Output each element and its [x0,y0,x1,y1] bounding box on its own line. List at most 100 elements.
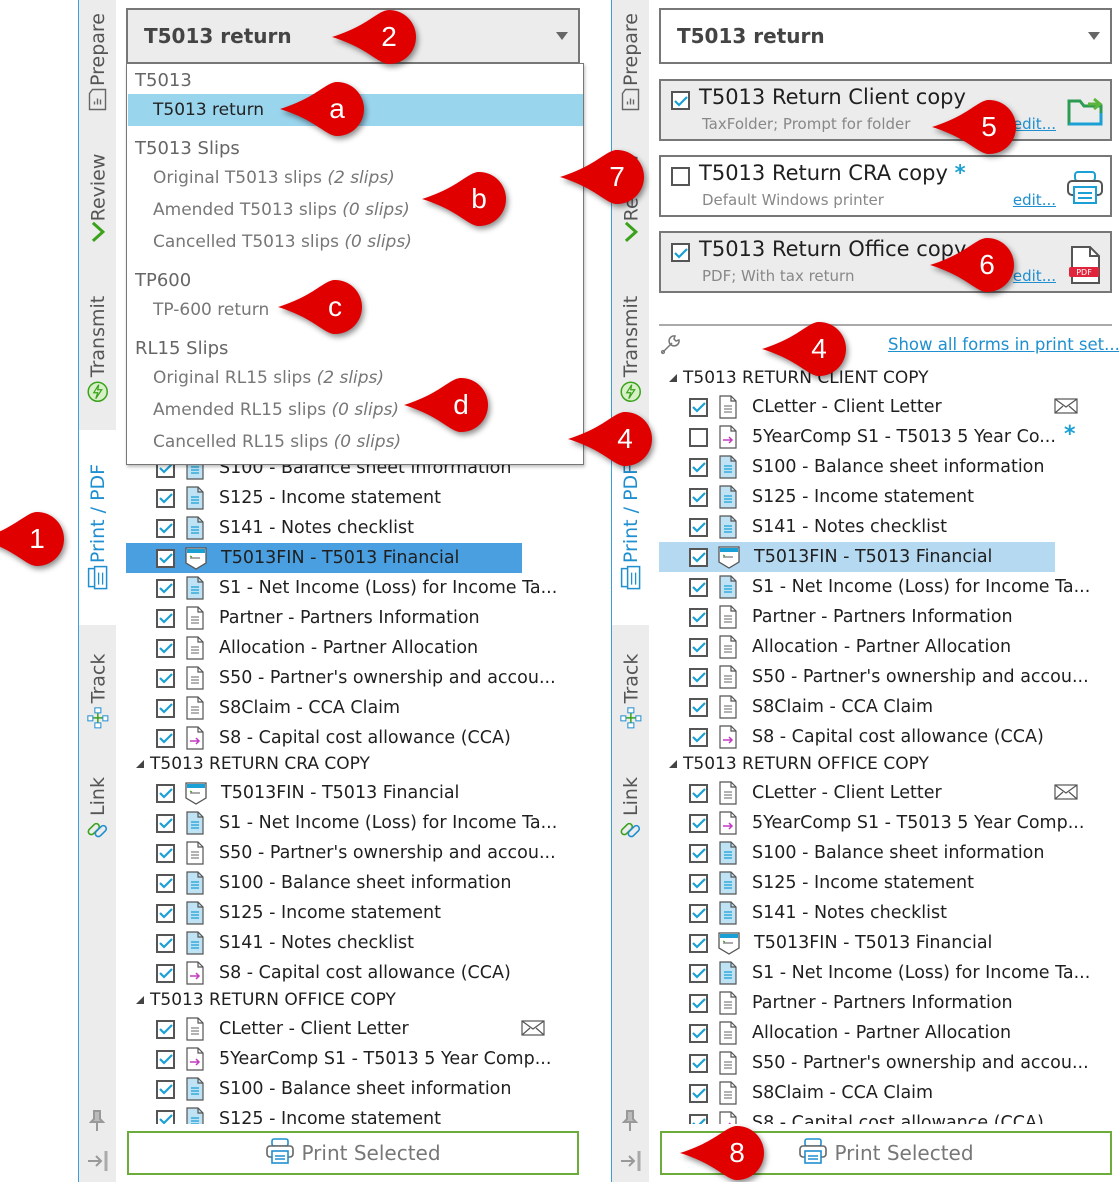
form-checkbox[interactable] [689,457,708,477]
tab-transmit[interactable]: Transmit [79,280,116,420]
form-row[interactable]: S100 - Balance sheet information [659,838,1055,868]
form-row[interactable]: S50 - Partner's ownership and accou... [126,838,556,868]
tab-review[interactable]: Review [79,130,116,265]
form-row[interactable]: S8Claim - CCA Claim [126,693,522,723]
form-row[interactable]: S1 - Net Income (Loss) for Income Ta... [659,958,1090,988]
form-checkbox[interactable] [689,727,708,747]
pin-icon[interactable] [621,1110,639,1132]
form-checkbox[interactable] [156,698,175,718]
form-row[interactable]: S125 - Income statement [126,898,522,928]
taxfolder-icon[interactable] [1066,93,1104,131]
form-row[interactable]: S8 - Capital cost allowance (CCA) [126,958,522,988]
form-row[interactable]: S8 - Capital cost allowance (CCA) [126,723,522,753]
tab-link[interactable]: Link [612,765,649,855]
form-checkbox[interactable] [689,933,708,953]
form-checkbox[interactable] [156,608,175,628]
form-row[interactable]: S100 - Balance sheet information [659,452,1055,482]
form-checkbox[interactable] [689,873,708,893]
show-all-forms-link[interactable]: Show all forms in print set... [888,335,1119,354]
expand-triangle-icon[interactable] [669,374,677,382]
pin-icon[interactable] [88,1110,106,1132]
form-row[interactable]: S50 - Partner's ownership and accou... [659,662,1089,692]
form-row[interactable]: CLetter - Client Letter [659,392,1078,422]
form-row[interactable]: S1 - Net Income (Loss) for Income Ta... [126,573,557,603]
copy-client-checkbox[interactable] [671,91,690,110]
form-row[interactable]: S50 - Partner's ownership and accou... [659,1048,1089,1078]
copy-cra-checkbox[interactable] [671,167,690,186]
wrench-icon[interactable] [659,334,681,356]
form-row[interactable]: Partner - Partners Information [126,603,522,633]
form-checkbox[interactable] [689,487,708,507]
form-row[interactable]: S141 - Notes checklist [126,928,522,958]
form-row[interactable]: S141 - Notes checklist [126,513,522,543]
tab-track[interactable]: Track [612,640,649,745]
form-row[interactable]: S125 - Income statement [659,482,1055,512]
form-checkbox[interactable] [689,783,708,803]
copy-cra-edit-link[interactable]: edit... [1013,191,1056,209]
tab-track[interactable]: Track [79,640,116,745]
form-checkbox[interactable] [689,843,708,863]
form-checkbox[interactable] [689,993,708,1013]
dropdown-item-original-t5013[interactable]: Original T5013 slips (2 slips) [153,168,395,188]
form-checkbox[interactable] [156,578,175,598]
form-checkbox[interactable] [156,548,175,568]
form-row[interactable]: T5013FIN - T5013 Financial [659,928,1055,958]
form-checkbox[interactable] [156,728,175,748]
form-checkbox[interactable] [156,933,175,953]
form-checkbox[interactable] [689,547,708,567]
dropdown-item-tp600-return[interactable]: TP-600 return [153,300,269,320]
section-header[interactable]: T5013 RETURN OFFICE COPY [136,988,396,1012]
form-row[interactable]: S141 - Notes checklist [659,898,1055,928]
form-checkbox[interactable] [689,963,708,983]
form-checkbox[interactable] [689,667,708,687]
copy-office-checkbox[interactable] [671,243,690,262]
tab-prepare[interactable]: Prepare [612,0,649,125]
form-checkbox[interactable] [156,638,175,658]
collapse-icon[interactable] [87,1150,109,1172]
copy-client-edit-link[interactable]: edit... [1013,115,1056,133]
form-row[interactable]: S125 - Income statement [126,483,522,513]
form-row[interactable]: S1 - Net Income (Loss) for Income Ta... [659,572,1090,602]
form-row[interactable]: S100 - Balance sheet information [126,868,522,898]
form-row[interactable]: S125 - Income statement [659,868,1055,898]
form-checkbox[interactable] [689,517,708,537]
form-checkbox[interactable] [156,843,175,863]
form-checkbox[interactable] [156,1019,175,1039]
form-row[interactable]: Allocation - Partner Allocation [659,632,1055,662]
form-checkbox[interactable] [156,518,175,538]
expand-triangle-icon[interactable] [136,760,144,768]
dropdown-item-cancelled-rl15[interactable]: Cancelled RL15 slips (0 slips) [153,432,401,452]
form-checkbox[interactable] [689,1053,708,1073]
section-header[interactable]: T5013 RETURN CRA COPY [136,752,370,776]
tab-print-pdf[interactable]: Print / PDF [79,430,116,625]
form-row[interactable]: CLetter - Client Letter [659,778,1078,808]
form-checkbox[interactable] [156,813,175,833]
form-row[interactable]: Partner - Partners Information [659,988,1055,1018]
form-row[interactable]: 5YearComp S1 - T5013 5 Year Comp... [126,1044,551,1074]
tab-prepare[interactable]: Prepare [79,0,116,125]
form-checkbox[interactable] [689,577,708,597]
form-row[interactable]: CLetter - Client Letter [126,1014,545,1044]
form-row[interactable]: 5YearComp S1 - T5013 5 Year Co... * [659,422,1076,452]
form-checkbox[interactable] [156,963,175,983]
form-checkbox[interactable] [156,903,175,923]
form-checkbox[interactable] [156,873,175,893]
form-checkbox[interactable] [156,783,175,803]
form-row[interactable]: Allocation - Partner Allocation [126,633,522,663]
form-row[interactable]: Allocation - Partner Allocation [659,1018,1055,1048]
collapse-icon[interactable] [620,1150,642,1172]
form-checkbox[interactable] [689,427,708,447]
form-checkbox[interactable] [689,397,708,417]
form-row[interactable]: S141 - Notes checklist [659,512,1055,542]
dropdown-item-amended-rl15[interactable]: Amended RL15 slips (0 slips) [153,400,399,420]
return-selector-combo[interactable]: T5013 return [659,8,1112,64]
form-checkbox[interactable] [689,1083,708,1103]
form-checkbox[interactable] [689,637,708,657]
print-selected-button[interactable]: Print Selected [127,1131,579,1175]
form-checkbox[interactable] [156,668,175,688]
tab-transmit[interactable]: Transmit [612,280,649,420]
form-checkbox[interactable] [689,813,708,833]
form-checkbox[interactable] [689,1023,708,1043]
expand-triangle-icon[interactable] [136,996,144,1004]
copy-office-edit-link[interactable]: edit... [1013,267,1056,285]
